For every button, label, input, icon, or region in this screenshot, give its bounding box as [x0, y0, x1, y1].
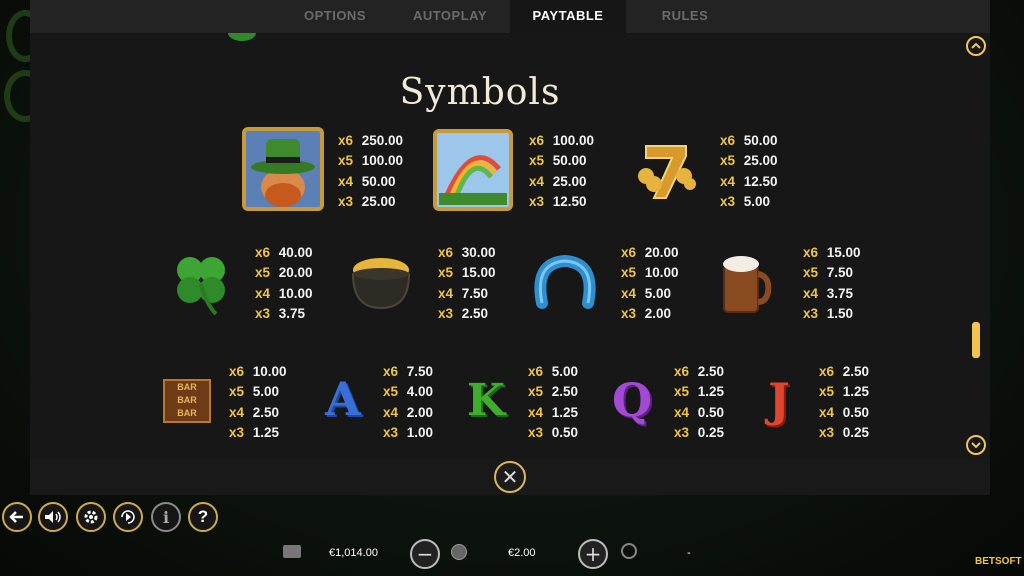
tab-rules[interactable]: RULES: [626, 0, 744, 33]
pot-of-gold-paytable: x6 30.00 x5 15.00 x4 7.50 x3 2.50: [438, 245, 496, 321]
scrollbar-thumb[interactable]: [972, 322, 980, 358]
plus-icon: +: [584, 542, 602, 566]
info-icon: i: [162, 507, 170, 527]
autoplay-icon: [121, 510, 135, 524]
help-button[interactable]: ?: [188, 502, 218, 532]
close-icon: ✕: [501, 465, 519, 489]
increase-bet-button[interactable]: +: [578, 539, 608, 569]
letter-a-paytable: x6 7.50 x5 4.00 x4 2.00 x3 1.00: [383, 364, 434, 440]
info-button[interactable]: i: [151, 502, 181, 532]
autoplay-button[interactable]: [113, 502, 143, 532]
wallet-icon: [283, 545, 301, 558]
help-icon: ?: [197, 507, 209, 526]
letter-j-icon: J: [768, 373, 790, 427]
bar-icon: BAR BAR BAR: [163, 379, 211, 423]
minus-icon: −: [416, 542, 434, 566]
letter-k-icon: K: [466, 375, 506, 426]
horseshoe-icon: [532, 253, 598, 313]
leprechaun-icon: [242, 127, 324, 211]
chevron-down-icon: [971, 442, 981, 449]
page-title: Symbols: [399, 72, 561, 113]
rainbow-icon: [433, 129, 513, 211]
win-value: -: [687, 547, 691, 559]
tab-options[interactable]: OPTIONS: [280, 0, 390, 33]
horseshoe-paytable: x6 20.00 x5 10.00 x4 5.00 x3 2.00: [621, 245, 679, 321]
sound-button[interactable]: [38, 502, 68, 532]
gold-seven-paytable: x6 50.00 x5 25.00 x4 12.50 x3 5.00: [720, 133, 778, 209]
scroll-down-button[interactable]: [966, 435, 986, 455]
gold-seven-icon: [632, 140, 698, 204]
letter-j-paytable: x6 2.50 x5 1.25 x4 0.50 x3 0.25: [819, 364, 870, 440]
tab-autoplay[interactable]: AUTOPLAY: [390, 0, 510, 33]
clover-paytable: x6 40.00 x5 20.00 x4 10.00 x3 3.75: [255, 245, 313, 321]
bet-value: €2.00: [508, 547, 536, 559]
settings-button[interactable]: [76, 502, 106, 532]
decrease-bet-button[interactable]: −: [410, 539, 440, 569]
balance-value: €1,014.00: [329, 547, 378, 559]
back-icon: [9, 511, 23, 523]
leprechaun-paytable: x6 250.00 x5 100.00 x4 50.00 x3 25.00: [338, 133, 404, 209]
clover-partial-icon: [228, 33, 256, 41]
settings-icon: [84, 510, 98, 524]
close-button[interactable]: ✕: [494, 461, 526, 493]
tab-bar: OPTIONS AUTOPLAY PAYTABLE RULES: [30, 0, 990, 33]
chevron-up-icon: [971, 42, 981, 49]
rainbow-paytable: x6 100.00 x5 50.00 x4 25.00 x3 12.50: [529, 133, 595, 209]
beer-mug-icon: [716, 252, 772, 316]
letter-q-icon: Q: [611, 373, 653, 427]
back-button[interactable]: [2, 502, 32, 532]
pot-of-gold-icon: [347, 252, 415, 312]
scroll-up-button[interactable]: [966, 36, 986, 56]
clover-icon: [170, 250, 232, 316]
coins-icon: [451, 544, 467, 560]
letter-k-paytable: x6 5.00 x5 2.50 x4 1.25 x3 0.50: [528, 364, 579, 440]
letter-a-icon: A: [325, 372, 361, 426]
sound-icon: [45, 511, 61, 523]
betsoft-logo: BETSOFT: [975, 556, 1022, 567]
tab-paytable[interactable]: PAYTABLE: [510, 0, 626, 33]
bar-paytable: x6 10.00 x5 5.00 x4 2.50 x3 1.25: [229, 364, 287, 440]
beer-mug-paytable: x6 15.00 x5 7.50 x4 3.75 x3 1.50: [803, 245, 861, 321]
letter-q-paytable: x6 2.50 x5 1.25 x4 0.50 x3 0.25: [674, 364, 725, 440]
award-icon: [621, 543, 637, 559]
